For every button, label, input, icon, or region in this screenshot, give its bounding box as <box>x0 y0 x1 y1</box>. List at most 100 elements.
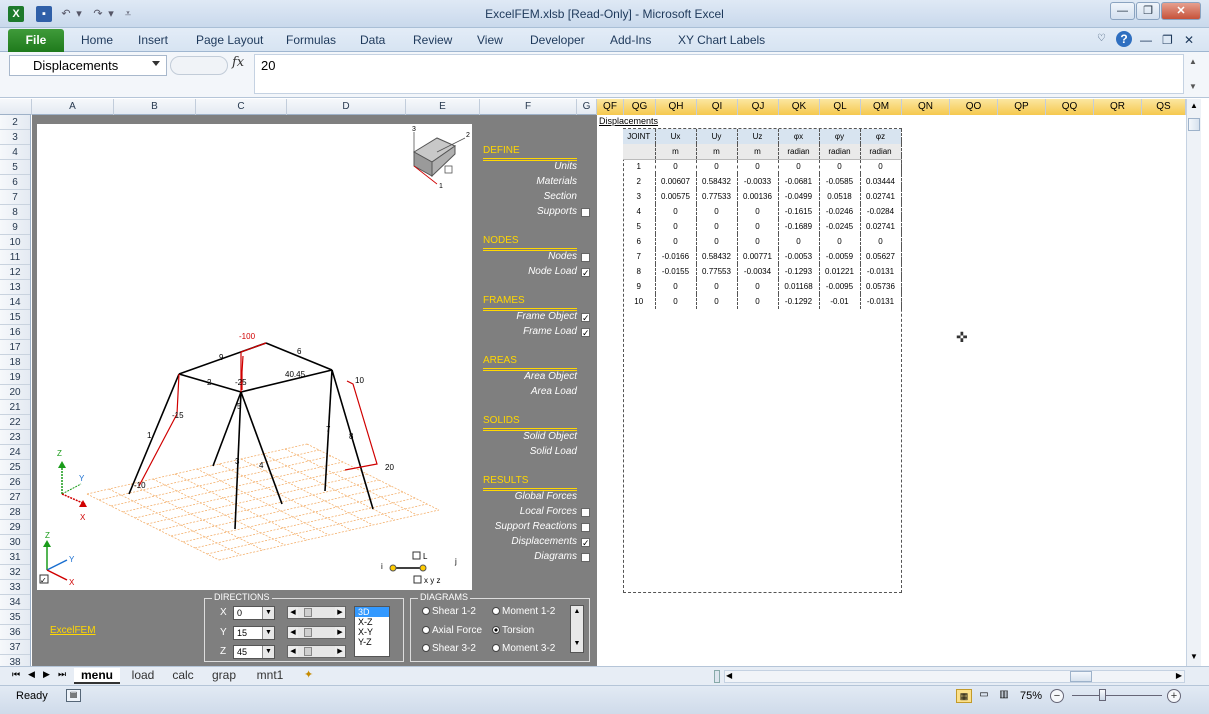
row-header-cell[interactable]: 11 <box>0 250 30 265</box>
workbook-restore-icon[interactable]: ❐ <box>1162 33 1173 47</box>
radio-torsion[interactable]: Torsion <box>492 625 534 636</box>
slider-right-icon[interactable]: ▶ <box>335 607 345 618</box>
next-sheet-icon[interactable]: ▶ <box>43 669 50 680</box>
value-cell[interactable]: -0.0284 <box>860 204 902 219</box>
value-cell[interactable]: -0.0053 <box>778 249 820 264</box>
tab-split-handle[interactable] <box>714 670 720 683</box>
joint-cell[interactable]: 8 <box>623 264 656 279</box>
value-cell[interactable]: 0 <box>778 234 820 249</box>
diagram-spinner[interactable]: ▲ ▼ <box>570 605 584 653</box>
value-cell[interactable]: -0.0681 <box>778 174 820 189</box>
value-cell[interactable]: -0.0166 <box>655 249 697 264</box>
value-cell[interactable]: 0.00771 <box>737 249 779 264</box>
value-cell[interactable]: -0.0033 <box>737 174 779 189</box>
vertical-scrollbar[interactable]: ▲ ▼ <box>1186 99 1201 666</box>
column-header-cell[interactable]: QK <box>779 99 820 115</box>
displacements-checkbox[interactable]: ✓ <box>581 538 590 548</box>
radio-shear-1-2[interactable]: Shear 1-2 <box>422 606 476 617</box>
horizontal-scrollbar[interactable]: ◀ ▶ <box>724 670 1185 683</box>
row-header-cell[interactable]: 27 <box>0 490 30 505</box>
radio-dot[interactable] <box>422 644 430 652</box>
slider-left-icon[interactable]: ◀ <box>288 627 298 638</box>
chevron-down-icon[interactable]: ▼ <box>262 646 274 658</box>
radio-dot[interactable] <box>422 626 430 634</box>
menu-item-displacements[interactable]: Displacements <box>511 536 577 547</box>
column-header-cell[interactable]: QF <box>597 99 624 115</box>
joint-cell[interactable]: 3 <box>623 189 656 204</box>
row-header-cell[interactable]: 33 <box>0 580 30 595</box>
macro-record-icon[interactable]: ▤ <box>66 689 81 702</box>
column-header-cell[interactable]: D <box>287 99 406 115</box>
value-cell[interactable]: 0.58432 <box>696 249 738 264</box>
column-header-cell[interactable]: E <box>406 99 480 115</box>
diagrams-checkbox[interactable] <box>581 553 590 562</box>
value-cell[interactable]: 0 <box>737 294 779 309</box>
minimize-ribbon-icon[interactable]: ♡ <box>1097 33 1106 44</box>
value-cell[interactable]: 0 <box>696 219 738 234</box>
value-cell[interactable]: -0.0585 <box>819 174 861 189</box>
menu-item-frame-load[interactable]: Frame Load <box>523 326 577 337</box>
tab-data[interactable]: Data <box>360 33 385 47</box>
value-cell[interactable]: -0.01 <box>819 294 861 309</box>
excelfem-link[interactable]: ExcelFEM <box>50 625 96 636</box>
slider-right-icon[interactable]: ▶ <box>335 627 345 638</box>
frame-load-checkbox[interactable]: ✓ <box>581 328 590 338</box>
value-cell[interactable]: 0.05736 <box>860 279 902 294</box>
value-cell[interactable]: 0.03444 <box>860 174 902 189</box>
joint-cell[interactable]: 7 <box>623 249 656 264</box>
insert-sheet-icon[interactable]: ✦ <box>304 668 313 681</box>
value-cell[interactable]: 0.00575 <box>655 189 697 204</box>
horizontal-scroll-thumb[interactable] <box>1070 671 1092 682</box>
row-header-cell[interactable]: 26 <box>0 475 30 490</box>
column-header-cell[interactable]: QI <box>697 99 738 115</box>
row-header-cell[interactable]: 29 <box>0 520 30 535</box>
value-cell[interactable]: 0.58432 <box>696 174 738 189</box>
row-header-cell[interactable]: 9 <box>0 220 30 235</box>
column-header-cell[interactable]: QM <box>861 99 902 115</box>
menu-item-area-load[interactable]: Area Load <box>531 386 577 397</box>
direction-z-combo[interactable]: 45 ▼ <box>233 645 275 659</box>
value-cell[interactable]: -0.0246 <box>819 204 861 219</box>
value-cell[interactable]: -0.0245 <box>819 219 861 234</box>
column-header-cell[interactable]: QP <box>998 99 1046 115</box>
select-all-corner[interactable] <box>0 99 32 115</box>
row-header-cell[interactable]: 3 <box>0 130 30 145</box>
slider-thumb[interactable] <box>304 628 312 637</box>
joint-cell[interactable]: 5 <box>623 219 656 234</box>
formula-scroll-down-icon[interactable]: ▼ <box>1186 80 1200 94</box>
workbook-close-icon[interactable]: ✕ <box>1184 33 1194 47</box>
page-break-view-icon[interactable]: ▥ <box>996 689 1012 703</box>
value-cell[interactable]: -0.1293 <box>778 264 820 279</box>
radio-dot[interactable] <box>492 607 500 615</box>
joint-cell[interactable]: 4 <box>623 204 656 219</box>
value-cell[interactable]: -0.0034 <box>737 264 779 279</box>
menu-item-frame-object[interactable]: Frame Object <box>516 311 577 322</box>
name-box[interactable]: Displacements <box>9 55 167 76</box>
row-header-cell[interactable]: 36 <box>0 625 30 640</box>
scroll-down-icon[interactable]: ▼ <box>1187 652 1201 661</box>
chevron-down-icon[interactable]: ▼ <box>262 627 274 639</box>
node-load-checkbox[interactable]: ✓ <box>581 268 590 278</box>
value-cell[interactable]: 0 <box>737 279 779 294</box>
value-cell[interactable]: -0.0095 <box>819 279 861 294</box>
tab-developer[interactable]: Developer <box>530 33 585 47</box>
value-cell[interactable]: 0 <box>696 159 738 174</box>
value-cell[interactable]: -0.1689 <box>778 219 820 234</box>
row-header-cell[interactable]: 4 <box>0 145 30 160</box>
workbook-minimize-icon[interactable]: — <box>1140 33 1152 47</box>
value-cell[interactable]: 0 <box>737 219 779 234</box>
slider-right-icon[interactable]: ▶ <box>335 646 345 657</box>
value-cell[interactable]: 0.00607 <box>655 174 697 189</box>
formula-input[interactable]: 20 <box>254 54 1184 94</box>
radio-moment-3-2[interactable]: Moment 3-2 <box>492 643 555 654</box>
row-header-cell[interactable]: 31 <box>0 550 30 565</box>
value-cell[interactable]: 0 <box>778 159 820 174</box>
value-cell[interactable]: 0 <box>696 294 738 309</box>
formula-bar-handle-icon[interactable] <box>170 56 228 75</box>
menu-item-solid-object[interactable]: Solid Object <box>523 431 577 442</box>
row-header-cell[interactable]: 15 <box>0 310 30 325</box>
menu-item-supports[interactable]: Supports <box>537 206 577 217</box>
normal-view-icon[interactable]: ▦ <box>956 689 972 703</box>
menu-item-units[interactable]: Units <box>554 161 577 172</box>
prev-sheet-icon[interactable]: ◀ <box>28 669 35 680</box>
